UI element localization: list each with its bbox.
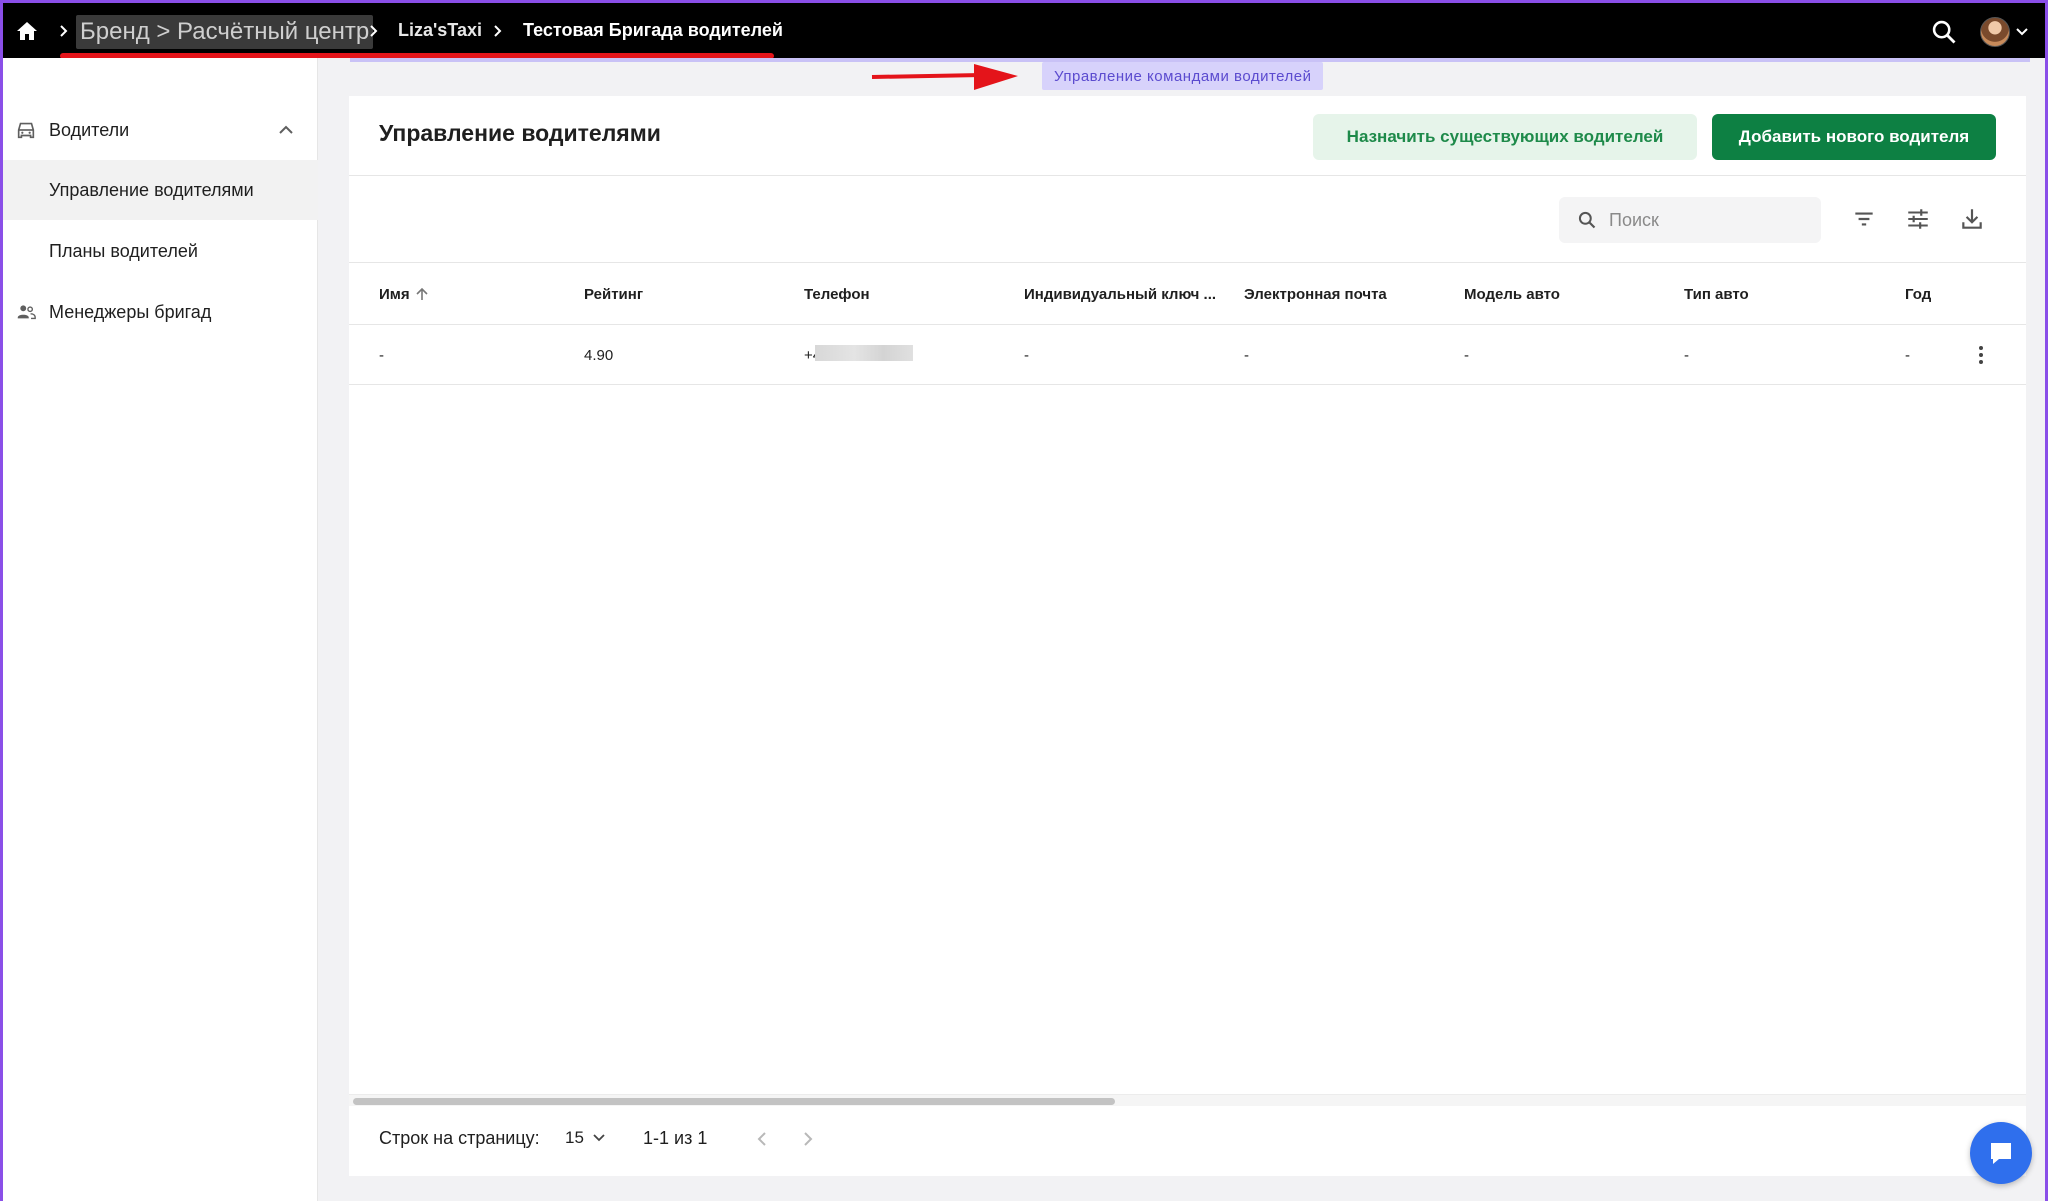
chevron-up-icon[interactable] — [277, 123, 295, 137]
download-icon[interactable] — [1959, 206, 1985, 232]
column-settings-icon[interactable] — [1905, 206, 1931, 232]
table-toolbar — [349, 176, 2026, 263]
content-card: Управление водителями Назначить существу… — [349, 96, 2026, 1176]
chevron-right-icon — [494, 25, 502, 37]
cell-individual-key: - — [1024, 346, 1029, 364]
column-header-phone[interactable]: Телефон — [804, 263, 870, 325]
table-header: Имя Рейтинг Телефон Индивидуальный ключ … — [349, 263, 2026, 325]
cell-rating: 4.90 — [584, 346, 614, 364]
home-icon[interactable] — [14, 19, 40, 43]
sidebar-item-team-managers[interactable]: Менеджеры бригад — [3, 282, 318, 342]
sidebar-group-drivers[interactable]: Водители — [3, 100, 318, 160]
column-label: Имя — [379, 285, 410, 303]
chevron-right-icon — [370, 25, 378, 37]
column-header-rating[interactable]: Рейтинг — [584, 263, 643, 325]
breadcrumb-current: Тестовая Бригада водителей — [523, 20, 783, 40]
chevron-right-icon[interactable] — [797, 1128, 819, 1150]
avatar[interactable] — [1980, 17, 2010, 47]
search-icon — [1578, 211, 1596, 229]
sidebar-item-label: Планы водителей — [49, 240, 198, 261]
breadcrumb-company[interactable]: Liza'sTaxi — [398, 3, 482, 58]
column-header-individual-key[interactable]: Индивидуальный ключ ... — [1024, 263, 1216, 325]
people-icon — [17, 305, 36, 320]
search-icon[interactable] — [1930, 18, 1958, 46]
cell-car-model: - — [1464, 346, 1469, 364]
card-header: Управление водителями Назначить существу… — [349, 96, 2026, 176]
chevron-right-icon — [60, 25, 68, 37]
car-icon — [17, 122, 35, 139]
sidebar-item-label: Управление водителями — [49, 179, 254, 200]
chevron-down-icon — [593, 1134, 605, 1142]
column-header-car-type[interactable]: Тип авто — [1684, 263, 1749, 325]
annotation-arrow — [871, 64, 1018, 90]
top-bar: Бренд > Расчётный центр Liza'sTaxi Тесто… — [0, 0, 2048, 59]
assign-existing-drivers-button[interactable]: Назначить существующих водителей — [1313, 114, 1697, 160]
column-header-name[interactable]: Имя — [379, 263, 430, 325]
chevron-down-icon[interactable] — [2014, 25, 2030, 39]
column-header-car-model[interactable]: Модель авто — [1464, 263, 1560, 325]
column-header-email[interactable]: Электронная почта — [1244, 263, 1387, 325]
search-box[interactable] — [1559, 197, 1821, 243]
sidebar-item-label: Менеджеры бригад — [49, 301, 212, 322]
horizontal-scrollbar[interactable] — [349, 1094, 2026, 1106]
cell-car-type: - — [1684, 346, 1689, 364]
add-new-driver-button[interactable]: Добавить нового водителя — [1712, 114, 1996, 160]
breadcrumb-brand[interactable]: Бренд > Расчётный центр — [76, 15, 374, 49]
rows-per-page-select[interactable]: 15 — [565, 1128, 606, 1148]
chat-icon — [1991, 1143, 2011, 1164]
column-header-year[interactable]: Год — [1905, 263, 1931, 325]
tooltip: Управление командами водителей — [1042, 62, 1324, 90]
chevron-left-icon[interactable] — [751, 1128, 773, 1150]
sidebar-group-label: Водители — [49, 119, 130, 140]
sort-ascending-icon[interactable] — [414, 286, 430, 302]
table-pagination: Строк на страницу: 15 1-1 из 1 — [349, 1108, 2026, 1176]
search-input[interactable] — [1609, 205, 1809, 235]
sidebar-item-driver-plans[interactable]: Планы водителей — [3, 221, 318, 281]
cell-name: - — [379, 346, 384, 364]
table-row[interactable]: - 4.90 +4 - - - - - — [349, 325, 2026, 385]
filter-icon[interactable] — [1851, 206, 1877, 232]
cell-year: - — [1905, 346, 1910, 364]
cell-email: - — [1244, 346, 1249, 364]
rows-per-page-value: 15 — [565, 1128, 584, 1147]
chat-button[interactable] — [1970, 1122, 2032, 1184]
rows-per-page-label: Строк на страницу: — [379, 1128, 540, 1148]
page-title: Управление водителями — [379, 120, 661, 146]
sidebar-item-driver-management[interactable]: Управление водителями — [3, 160, 318, 220]
scrollbar-thumb[interactable] — [353, 1098, 1115, 1105]
pagination-range: 1-1 из 1 — [643, 1128, 708, 1148]
sidebar: Водители Управление водителями Планы вод… — [3, 58, 318, 1201]
phone-redaction — [815, 345, 914, 361]
more-vertical-icon[interactable] — [1969, 343, 1993, 367]
cell-phone: +4 — [804, 325, 914, 385]
